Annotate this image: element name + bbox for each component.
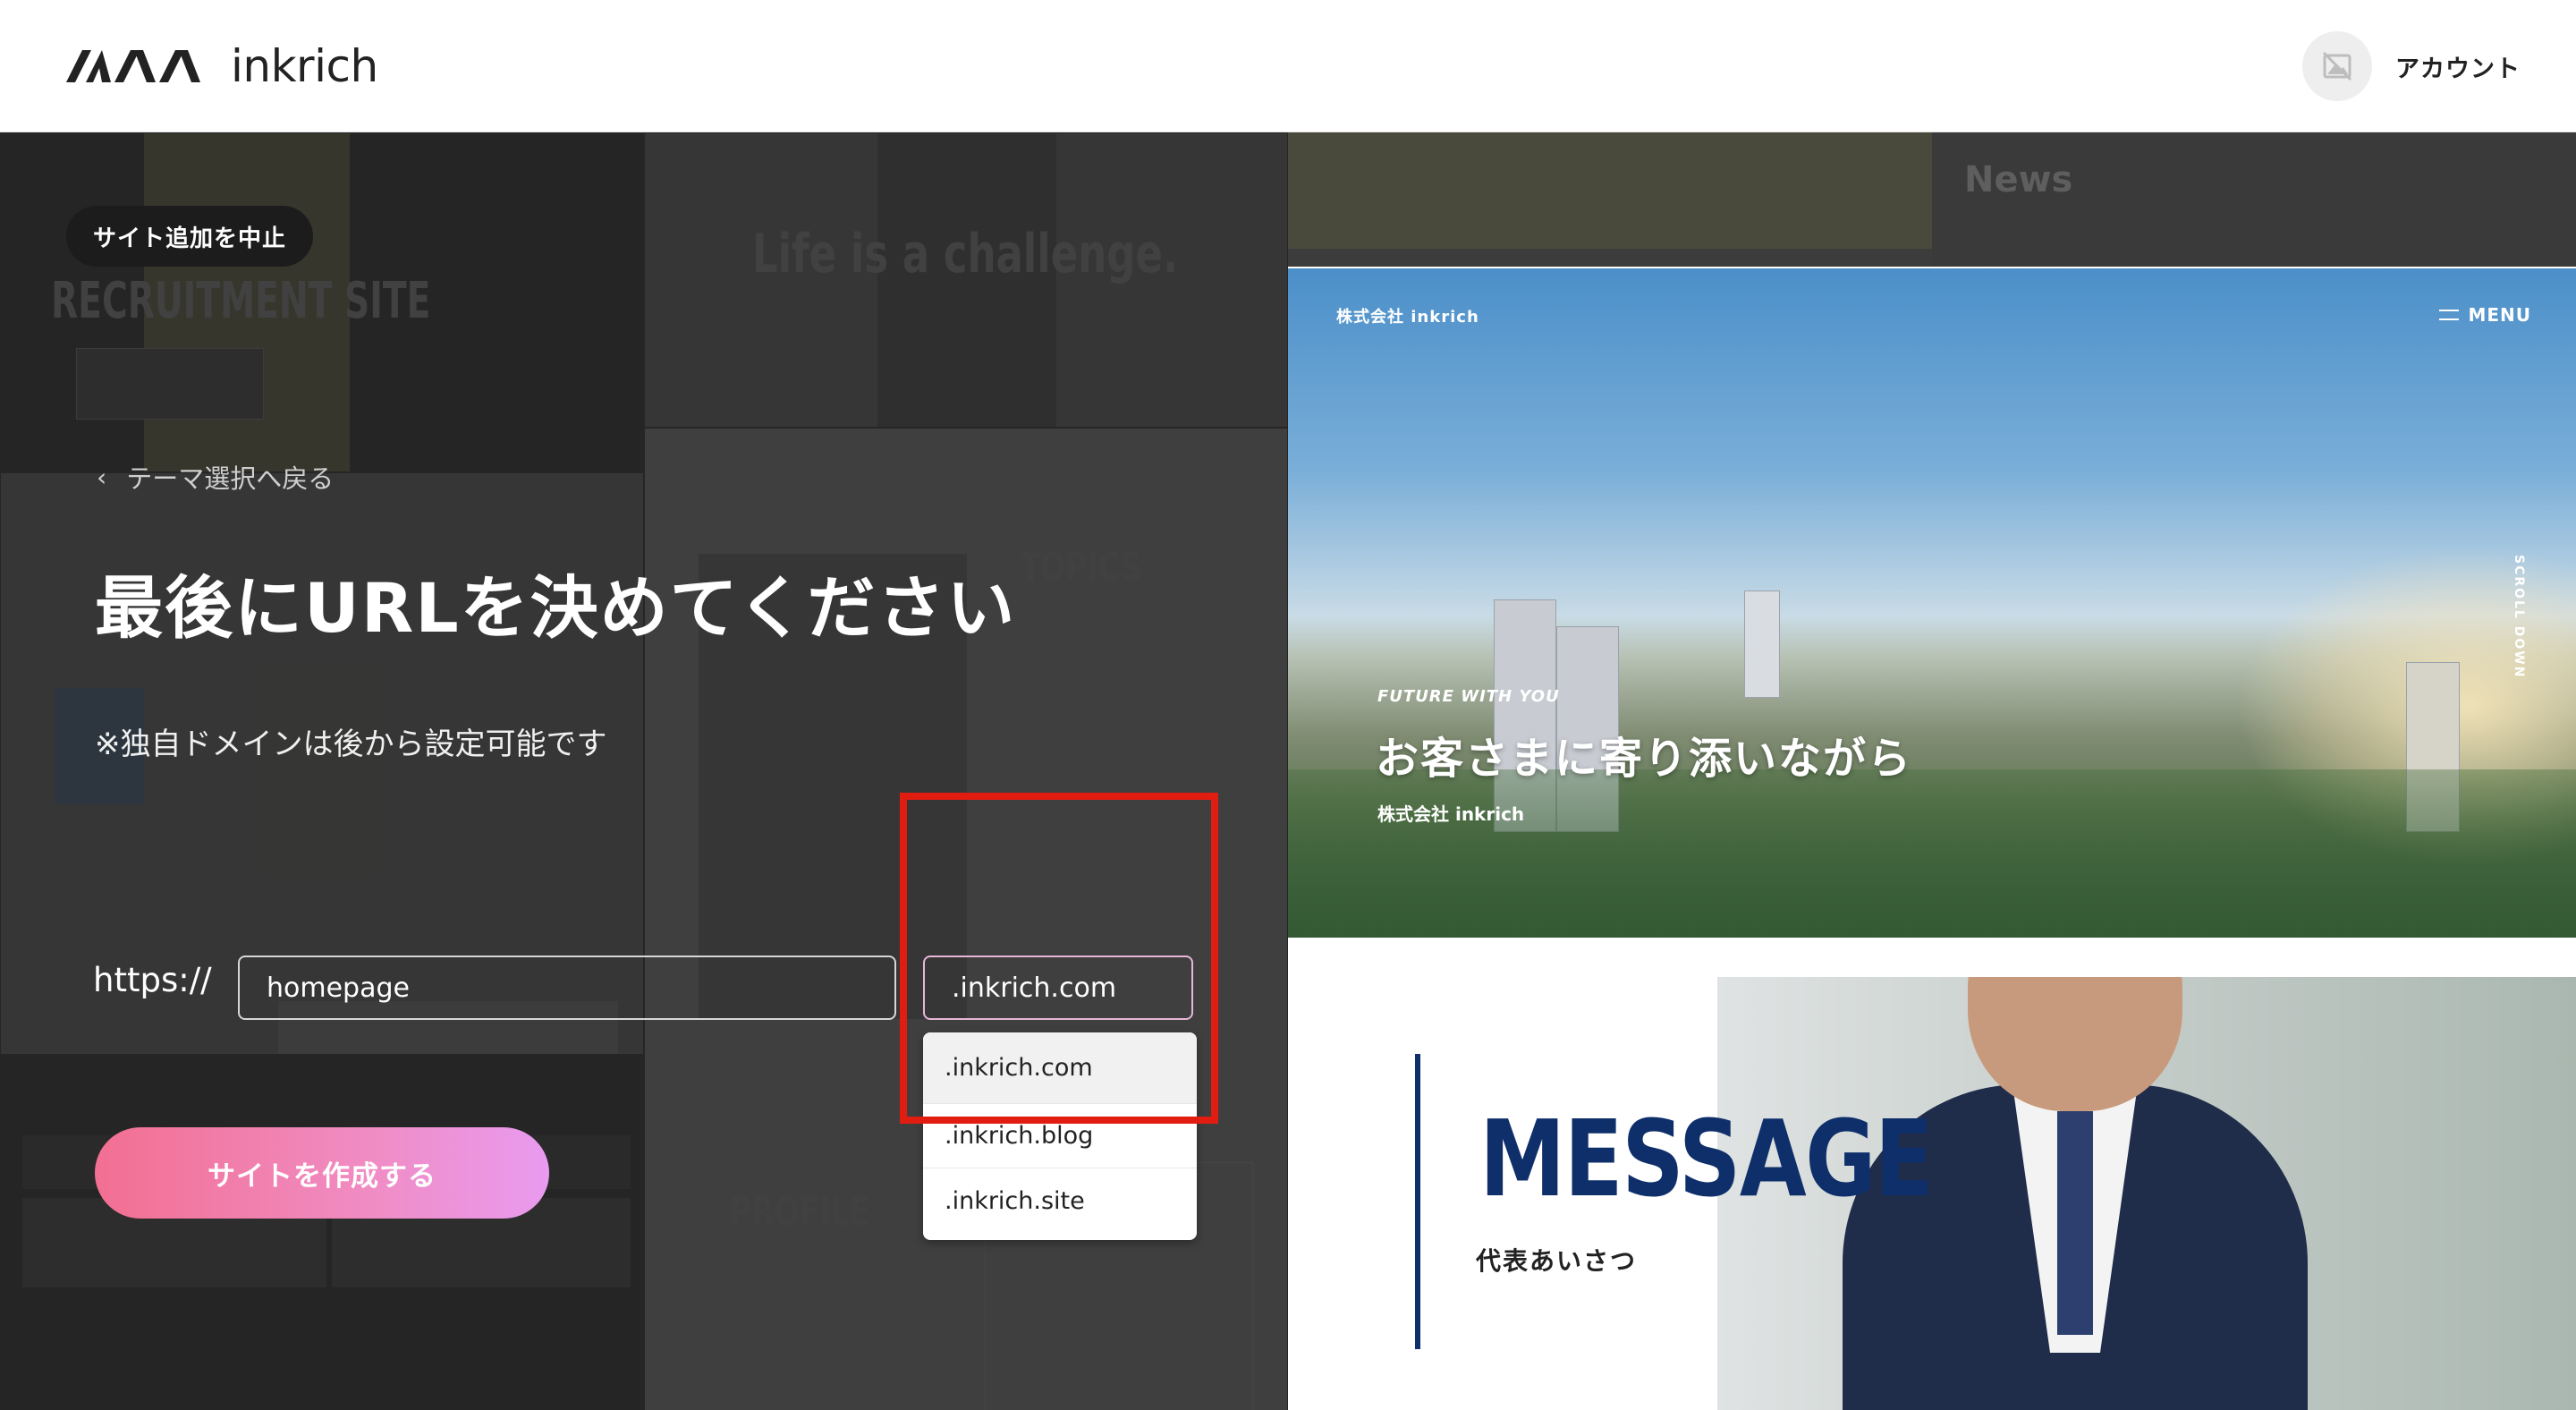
building — [1744, 590, 1780, 698]
preview-top-strip: News — [1288, 132, 2576, 267]
domain-select[interactable]: .inkrich.com — [923, 956, 1193, 1020]
account-label: アカウント — [2395, 55, 2521, 83]
back-label: テーマ選択へ戻る — [126, 463, 335, 494]
domain-selected-value: .inkrich.com — [952, 972, 1117, 1004]
domain-option-blog[interactable]: .inkrich.blog — [923, 1104, 1197, 1168]
subdomain-input[interactable] — [238, 956, 896, 1020]
hero-tagline: FUTURE WITH YOU — [1377, 687, 1560, 706]
message-title: MESSAGE — [1479, 1097, 1934, 1220]
greenery — [1288, 769, 2576, 938]
menu-icon — [2439, 310, 2460, 320]
preview-hero: 株式会社 inkrich MENU SCROLL DOWN FUTURE WIT… — [1288, 268, 2576, 938]
domain-dropdown: .inkrich.com .inkrich.blog .inkrich.site — [923, 1032, 1197, 1240]
scroll-down-label: SCROLL DOWN — [2512, 555, 2526, 679]
theme-preview-panel: News 株式会社 inkrich MENU SCROLL DOWN FUTUR… — [1288, 132, 2576, 1410]
menu-label: MENU — [2468, 304, 2531, 326]
create-site-button[interactable]: サイトを作成する — [95, 1127, 549, 1219]
hero-headline: お客さまに寄り添いながら — [1376, 734, 1913, 784]
hero-company-name: 株式会社 inkrich — [1336, 308, 1479, 327]
hero-menu-button[interactable]: MENU — [2439, 304, 2531, 326]
chevron-left-icon: ‹ — [97, 462, 107, 492]
domain-option-com[interactable]: .inkrich.com — [923, 1032, 1197, 1104]
domain-option-site[interactable]: .inkrich.site — [923, 1168, 1197, 1233]
account-menu[interactable]: アカウント — [2302, 30, 2521, 102]
url-scheme-label: https:// — [93, 961, 212, 999]
hero-subtitle: 株式会社 inkrich — [1377, 803, 1525, 825]
logo-mark-icon — [66, 50, 200, 82]
no-image-avatar-icon — [2302, 31, 2372, 101]
message-subtitle: 代表あいさつ — [1476, 1246, 1638, 1276]
logo-text: inkrich — [231, 40, 378, 92]
news-ghost-title: News — [1964, 159, 2073, 200]
top-header: inkrich アカウント — [0, 0, 2576, 132]
page-title: 最後にURLを決めてください — [95, 568, 1017, 648]
domain-note: ※独自ドメインは後から設定可能です — [95, 726, 607, 762]
tie-shape — [2057, 1111, 2093, 1335]
cancel-site-add-button[interactable]: サイト追加を中止 — [66, 206, 314, 267]
message-accent-line — [1415, 1054, 1420, 1349]
message-section: MESSAGE 代表あいさつ — [1288, 938, 2576, 1410]
inkrich-logo[interactable]: inkrich — [66, 39, 378, 93]
back-to-theme-link[interactable]: ‹ テーマ選択へ戻る — [97, 458, 334, 496]
